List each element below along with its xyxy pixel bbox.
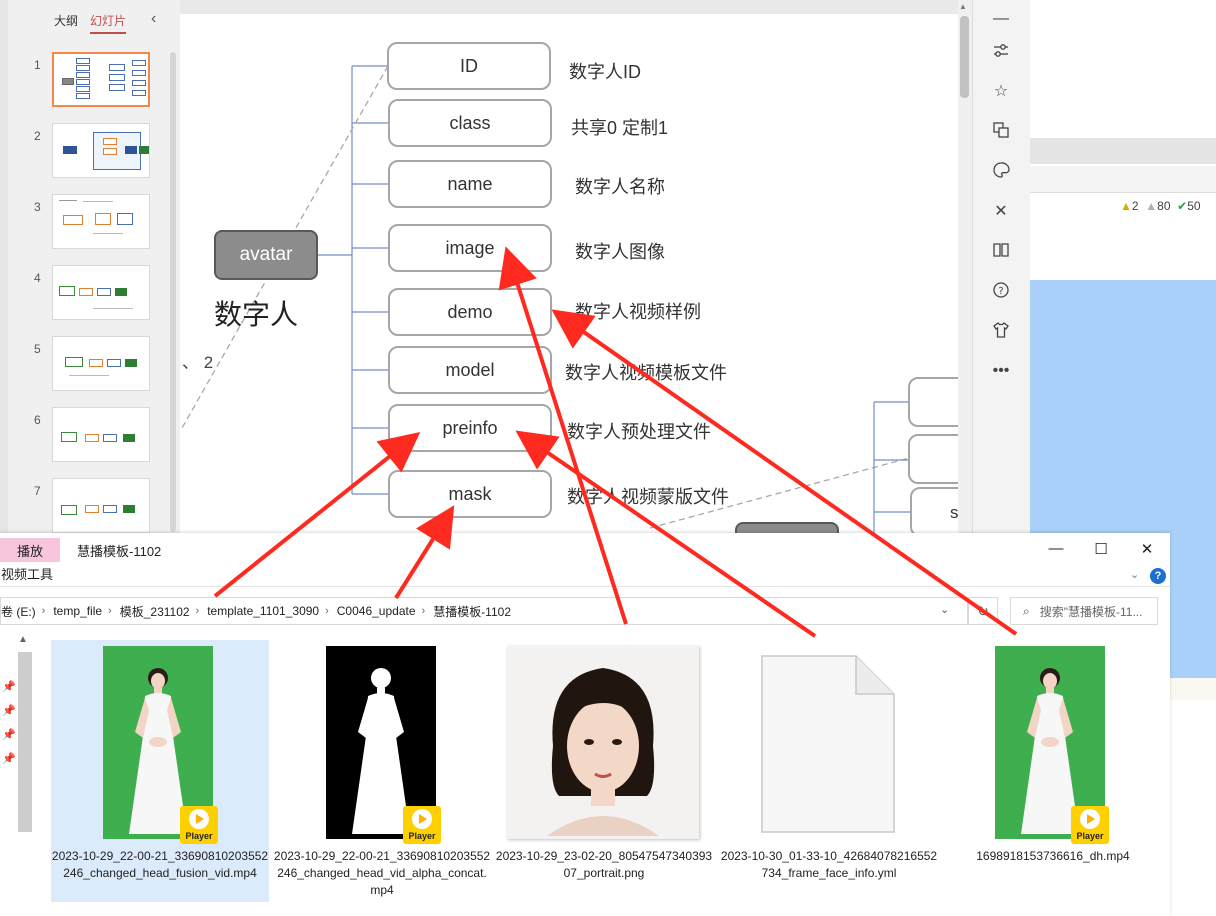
file-name[interactable]: 2023-10-29_22-00-21_33690810203552246_ch… [51,848,269,882]
chevron-right-icon[interactable]: › [196,605,200,617]
field-node-demo[interactable]: demo [388,288,552,336]
field-node-mask[interactable]: mask [388,470,552,518]
weak-warning-icon: ▲ [1145,199,1158,213]
field-desc-model: 数字人视频模板文件 [565,363,727,383]
scroll-up-icon[interactable]: ▲ [18,634,28,645]
chevron-right-icon[interactable]: › [422,605,426,617]
document-icon [761,655,895,833]
file-item-fusion-video[interactable]: Player 2023-10-29_22-00-21_3369081020355… [51,640,269,902]
scrollbar-thumb[interactable] [960,16,969,98]
scroll-up-icon[interactable]: ▲ [959,2,967,11]
ribbon-tab-play[interactable]: 播放 [0,538,60,562]
file-item-portrait[interactable]: 2023-10-29_23-02-20_8054754734039307_por… [495,640,713,902]
ribbon-tab-video-tools[interactable]: 视频工具 [0,564,53,583]
file-item-dh-video[interactable]: Player 1698918153736616_dh.mp4 [944,640,1162,902]
chevron-right-icon[interactable]: › [42,605,46,617]
navigation-scrollbar[interactable] [18,652,32,832]
shirt-icon[interactable] [990,321,1012,343]
pin-icon[interactable]: 📌 [2,680,16,693]
field-node-name[interactable]: name [388,160,552,208]
adjust-sliders-icon[interactable] [990,42,1012,64]
ribbon-expand-icon[interactable]: ⌄ [1130,568,1139,581]
warning-count: 2 [1131,199,1139,213]
chevron-right-icon[interactable]: › [108,605,112,617]
chevron-right-icon[interactable]: › [325,605,329,617]
search-icon: ⌕ [1023,603,1030,618]
warning-icon: ▲ [1120,199,1132,213]
field-desc-image: 数字人图像 [575,242,665,262]
field-node-image[interactable]: image [388,224,552,272]
file-name[interactable]: 1698918153736616_dh.mp4 [944,848,1162,865]
background-app-toolbar [1030,138,1216,164]
ok-count: 50 [1187,199,1201,213]
search-placeholder: 搜索"慧播模板-11... [1039,604,1143,619]
file-name[interactable]: 2023-10-30_01-33-10_42684078216552734_fr… [720,848,938,882]
pin-icon[interactable]: 📌 [2,728,16,741]
field-node-model[interactable]: model [388,346,552,394]
tools-icon[interactable]: ✕ [990,201,1012,223]
ribbon-divider [0,586,1170,587]
refresh-icon[interactable]: ↻ [968,597,998,625]
background-app-status: ▲2 ▲80 ✔50 [1120,199,1201,213]
shapes-icon[interactable] [990,121,1012,143]
background-app-tabbar [1030,166,1216,193]
field-desc-demo: 数字人视频样例 [575,302,701,322]
field-desc-mask: 数字人视频蒙版文件 [567,487,729,507]
minimize-icon[interactable]: — [990,8,1012,30]
avatar-caption: 数字人 [214,299,299,330]
portrait-thumbnail [507,646,699,839]
window-close-icon[interactable]: ✕ [1125,540,1169,558]
help-icon[interactable]: ? [1150,568,1166,584]
pin-icon[interactable]: 📌 [2,704,16,717]
field-desc-preinfo: 数字人预处理文件 [567,422,711,442]
player-badge-icon: Player [1071,806,1109,844]
field-desc-class: 共享0 定制1 [571,118,669,138]
breadcrumb-drive[interactable]: 卷 (E:) [1,603,36,620]
window-maximize-icon[interactable]: ☐ [1079,540,1123,558]
field-desc-name: 数字人名称 [575,177,665,197]
file-name[interactable]: 2023-10-29_23-02-20_8054754734039307_por… [495,848,713,882]
breadcrumb-template-folder[interactable]: template_1101_3090 [207,604,319,618]
address-dropdown-icon[interactable]: ⌄ [940,603,949,616]
check-icon: ✔ [1177,199,1188,213]
window-minimize-icon[interactable]: — [1034,540,1078,557]
avatar-node[interactable]: avatar [214,230,318,280]
breadcrumb-update-folder[interactable]: C0046_update [337,604,416,618]
svg-text:?: ? [998,286,1003,297]
field-node-id[interactable]: ID [387,42,551,90]
weak-warning-count: 80 [1157,199,1171,213]
palette-icon[interactable] [990,161,1012,183]
player-badge-icon: Player [403,806,441,844]
field-desc-id: 数字人ID [569,62,641,82]
player-badge-icon: Player [180,806,218,844]
star-icon[interactable]: ☆ [990,81,1012,103]
pin-icon[interactable]: 📌 [2,752,16,765]
more-icon[interactable]: ••• [990,360,1012,382]
file-item-alpha-concat-video[interactable]: Player 2023-10-29_22-00-21_3369081020355… [273,640,491,902]
book-icon[interactable] [990,241,1012,263]
help-circle-icon[interactable]: ? [990,281,1012,303]
file-name[interactable]: 2023-10-29_22-00-21_33690810203552246_ch… [273,848,491,899]
search-input[interactable]: ⌕ 搜索"慧播模板-11... [1010,597,1158,625]
breadcrumb-template-date[interactable]: 模板_231102 [120,603,190,620]
file-item-face-info[interactable]: 2023-10-30_01-33-10_42684078216552734_fr… [720,640,938,902]
window-title: 慧播模板-1102 [77,544,162,559]
breadcrumb-current-folder[interactable]: 慧播模板-1102 [433,603,511,620]
address-bar[interactable]: 卷 (E:) › temp_file › 模板_231102 › template_1… [0,597,968,625]
field-node-preinfo[interactable]: preinfo [388,404,552,452]
field-node-class[interactable]: class [388,99,552,147]
breadcrumb-temp-file[interactable]: temp_file [53,604,102,618]
stray-text: 、 2 [182,353,214,372]
